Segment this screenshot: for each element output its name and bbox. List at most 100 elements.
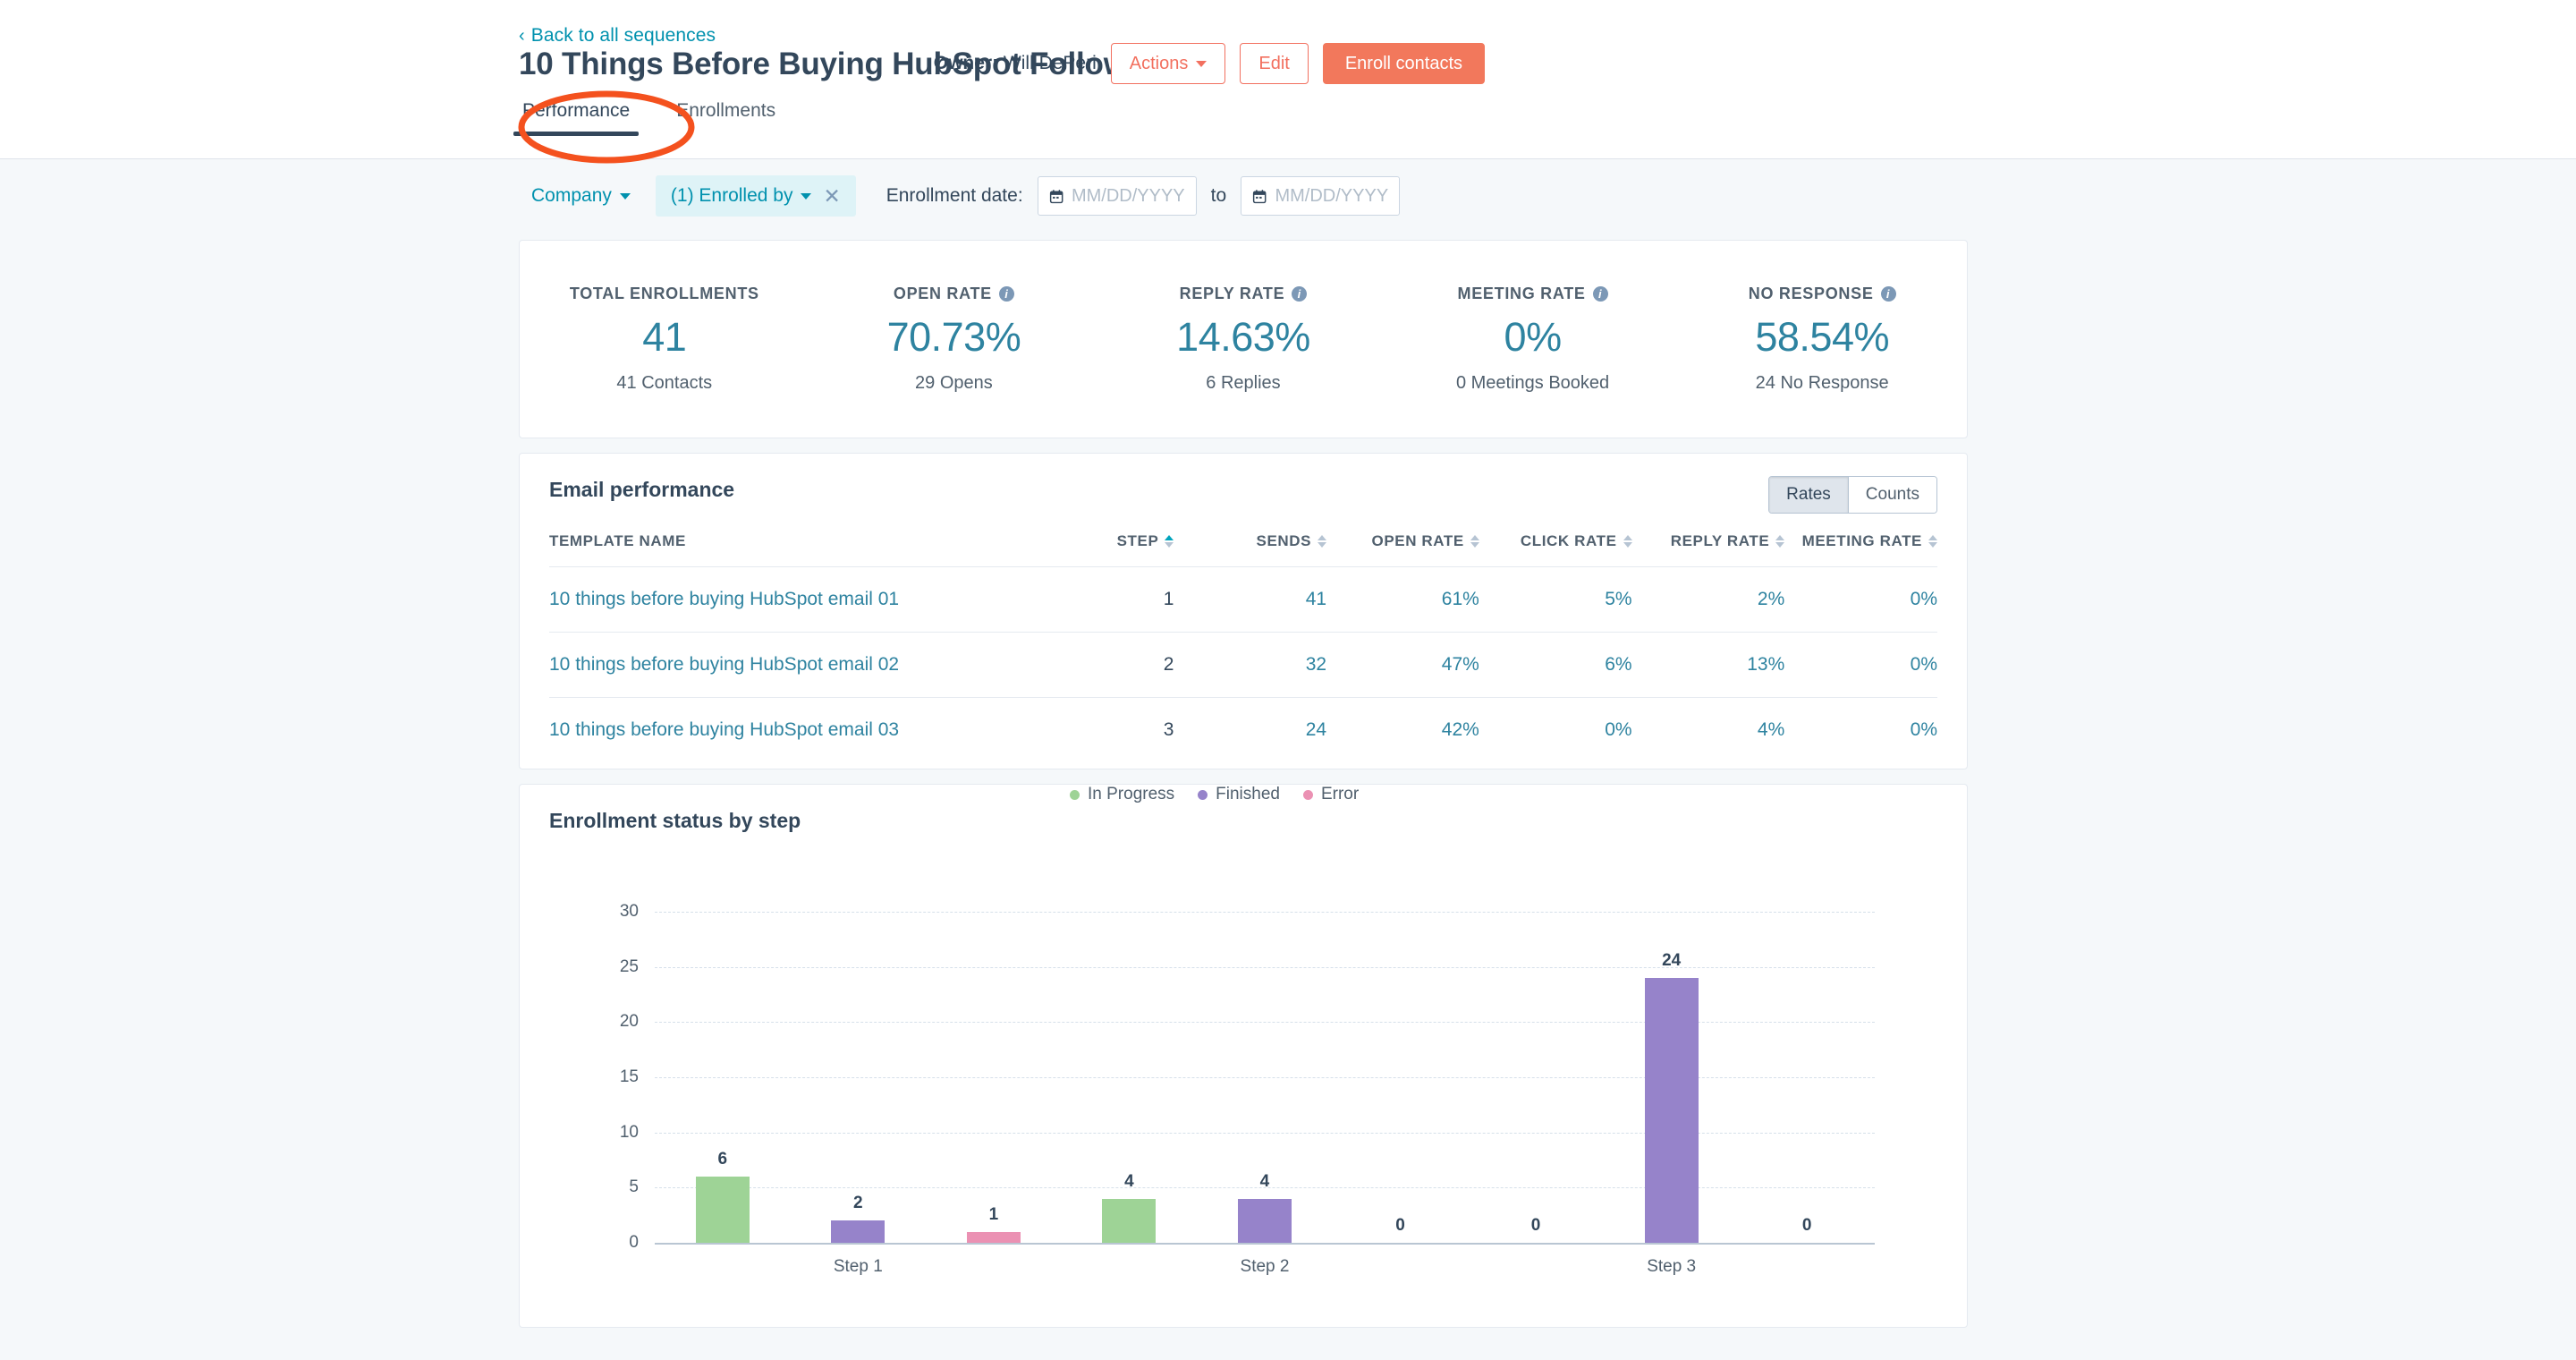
sort-arrows-icon[interactable] (1623, 535, 1632, 548)
column-header-meeting-rate[interactable]: MEETING RATE (1784, 532, 1937, 567)
bar-group: 6 2 1 Step 1 (655, 840, 1062, 1276)
filter-bar: Company (1) Enrolled by ✕ Enrollment dat… (519, 175, 1401, 217)
bar-value-label: 24 (1662, 951, 1682, 970)
template-name-link[interactable]: 10 things before buying HubSpot email 01 (549, 566, 1021, 633)
cell-reply-rate[interactable]: 2% (1631, 566, 1785, 633)
kpi-subtext: 29 Opens (915, 373, 993, 393)
table-head: TEMPLATE NAME STEP SENDS OPEN RATE CLICK RAT… (549, 532, 1937, 567)
bar-finished[interactable] (1644, 978, 1699, 1243)
tab-performance[interactable]: Performance (513, 100, 640, 136)
table-body: 10 things before buying HubSpot email 01… (549, 566, 1937, 762)
cell-open-rate[interactable]: 61% (1326, 566, 1479, 633)
bar-slot: 4 (1197, 840, 1333, 1243)
kpi-label: OPEN RATE i (809, 285, 1099, 303)
tab-enrollments[interactable]: Enrollments (673, 100, 779, 136)
column-header-step[interactable]: STEP (1021, 532, 1174, 567)
bar-finished[interactable] (1237, 1198, 1292, 1243)
enrollment-date-to-input[interactable]: MM/DD/YYYY (1241, 176, 1401, 216)
close-icon[interactable]: ✕ (823, 185, 840, 207)
bar-slot: 24 (1604, 840, 1740, 1243)
x-axis-category-label: Step 2 (1240, 1257, 1290, 1276)
info-icon[interactable]: i (1880, 286, 1896, 302)
enrolled-by-filter-chip: (1) Enrolled by ✕ (655, 175, 856, 217)
bar-finished[interactable] (831, 1220, 886, 1243)
legend-item[interactable]: Error (1302, 785, 1359, 804)
kpi-label: TOTAL ENROLLMENTS (520, 285, 809, 303)
column-header-reply-rate[interactable]: REPLY RATE (1632, 532, 1785, 567)
toggle-counts-button[interactable]: Counts (1848, 477, 1936, 513)
legend-label: In Progress (1088, 785, 1175, 803)
bar-value-label: 4 (1259, 1171, 1270, 1191)
template-name-link[interactable]: 10 things before buying HubSpot email 03 (549, 697, 1021, 762)
sort-arrows-icon[interactable] (1470, 535, 1479, 548)
enrolled-by-dropdown[interactable]: (1) Enrolled by (671, 185, 812, 207)
cell-open-rate[interactable]: 47% (1326, 632, 1479, 698)
cell-click-rate[interactable]: 6% (1479, 632, 1632, 698)
kpi-label: MEETING RATE i (1388, 285, 1678, 303)
back-to-all-sequences-link[interactable]: ‹ Back to all sequences (519, 25, 716, 47)
cell-click-rate[interactable]: 0% (1479, 697, 1632, 762)
column-header-template-name[interactable]: TEMPLATE NAME (549, 532, 1021, 567)
column-header-open-rate[interactable]: OPEN RATE (1326, 532, 1479, 567)
column-header-label: SENDS (1256, 532, 1312, 549)
bar-value-label: 6 (717, 1150, 728, 1169)
bar-slot: 1 (926, 840, 1062, 1243)
cell-sends[interactable]: 41 (1174, 566, 1327, 633)
tab-bar: Performance Enrollments (513, 100, 818, 136)
enrollment-date-from-input[interactable]: MM/DD/YYYY (1037, 176, 1197, 216)
column-header-sends[interactable]: SENDS (1174, 532, 1327, 567)
sort-arrows-icon[interactable] (1318, 535, 1327, 548)
cell-reply-rate[interactable]: 4% (1631, 697, 1785, 762)
cell-step: 3 (1021, 697, 1174, 762)
legend-item[interactable]: In Progress (1070, 785, 1174, 804)
kpi-label-text: OPEN RATE (893, 285, 992, 302)
y-axis-tick-label: 15 (619, 1067, 639, 1086)
info-icon[interactable]: i (1592, 286, 1608, 302)
kpi-summary-card: TOTAL ENROLLMENTS 41 41 Contacts OPEN RATE i… (519, 240, 1968, 438)
cell-sends[interactable]: 24 (1174, 697, 1327, 762)
toggle-rates-button[interactable]: Rates (1769, 477, 1848, 513)
bar-group: 0 24 0 Step 3 (1468, 840, 1875, 1276)
cell-meeting-rate[interactable]: 0% (1784, 632, 1937, 698)
bar-slot: 2 (791, 840, 927, 1243)
header-divider (0, 158, 2576, 159)
actions-button[interactable]: Actions (1110, 43, 1226, 84)
enroll-contacts-button[interactable]: Enroll contacts (1322, 43, 1485, 84)
chevron-left-icon: ‹ (519, 26, 525, 46)
kpi-grid: TOTAL ENROLLMENTS 41 41 Contacts OPEN RATE i… (520, 241, 1967, 438)
kpi-label: REPLY RATE i (1098, 285, 1388, 303)
bar-group: 4 4 0 Step 2 (1062, 840, 1469, 1276)
legend-item[interactable]: Finished (1198, 785, 1280, 804)
legend-color-dot (1302, 789, 1313, 800)
calendar-icon (1253, 189, 1267, 203)
bar-in-progress[interactable] (695, 1177, 750, 1243)
info-icon[interactable]: i (998, 286, 1014, 302)
bar-error[interactable] (966, 1231, 1021, 1243)
sort-arrows-icon[interactable] (1775, 535, 1785, 548)
chart-legend: In Progress Finished Error (1070, 785, 1359, 804)
tab-enrollments-label: Enrollments (676, 100, 776, 121)
cell-open-rate[interactable]: 42% (1326, 697, 1479, 762)
column-header-click-rate[interactable]: CLICK RATE (1479, 532, 1632, 567)
cell-click-rate[interactable]: 5% (1479, 566, 1632, 633)
x-axis-category-label: Step 3 (1647, 1257, 1697, 1276)
bar-in-progress[interactable] (1102, 1198, 1157, 1243)
cell-step: 1 (1021, 566, 1174, 633)
email-performance-table: TEMPLATE NAME STEP SENDS OPEN RATE CLICK RAT… (549, 532, 1937, 762)
bars-container: 6 2 1 Step 1 4 4 0 Step 2 0 24 0 Step 3 (655, 885, 1875, 1288)
info-icon[interactable]: i (1292, 286, 1308, 302)
column-header-label: CLICK RATE (1520, 532, 1617, 549)
date-from-placeholder: MM/DD/YYYY (1071, 185, 1185, 206)
kpi-label-text: NO RESPONSE (1748, 285, 1874, 302)
cell-sends[interactable]: 32 (1174, 632, 1327, 698)
cell-meeting-rate[interactable]: 0% (1784, 566, 1937, 633)
template-name-link[interactable]: 10 things before buying HubSpot email 02 (549, 632, 1021, 698)
sort-arrows-icon[interactable] (1165, 535, 1174, 548)
date-to-placeholder: MM/DD/YYYY (1275, 185, 1389, 206)
cell-reply-rate[interactable]: 13% (1631, 632, 1785, 698)
sort-arrows-icon[interactable] (1928, 535, 1937, 548)
cell-meeting-rate[interactable]: 0% (1784, 697, 1937, 762)
edit-button[interactable]: Edit (1240, 43, 1309, 84)
enroll-contacts-label: Enroll contacts (1344, 53, 1462, 73)
company-filter-dropdown[interactable]: Company (519, 175, 643, 217)
